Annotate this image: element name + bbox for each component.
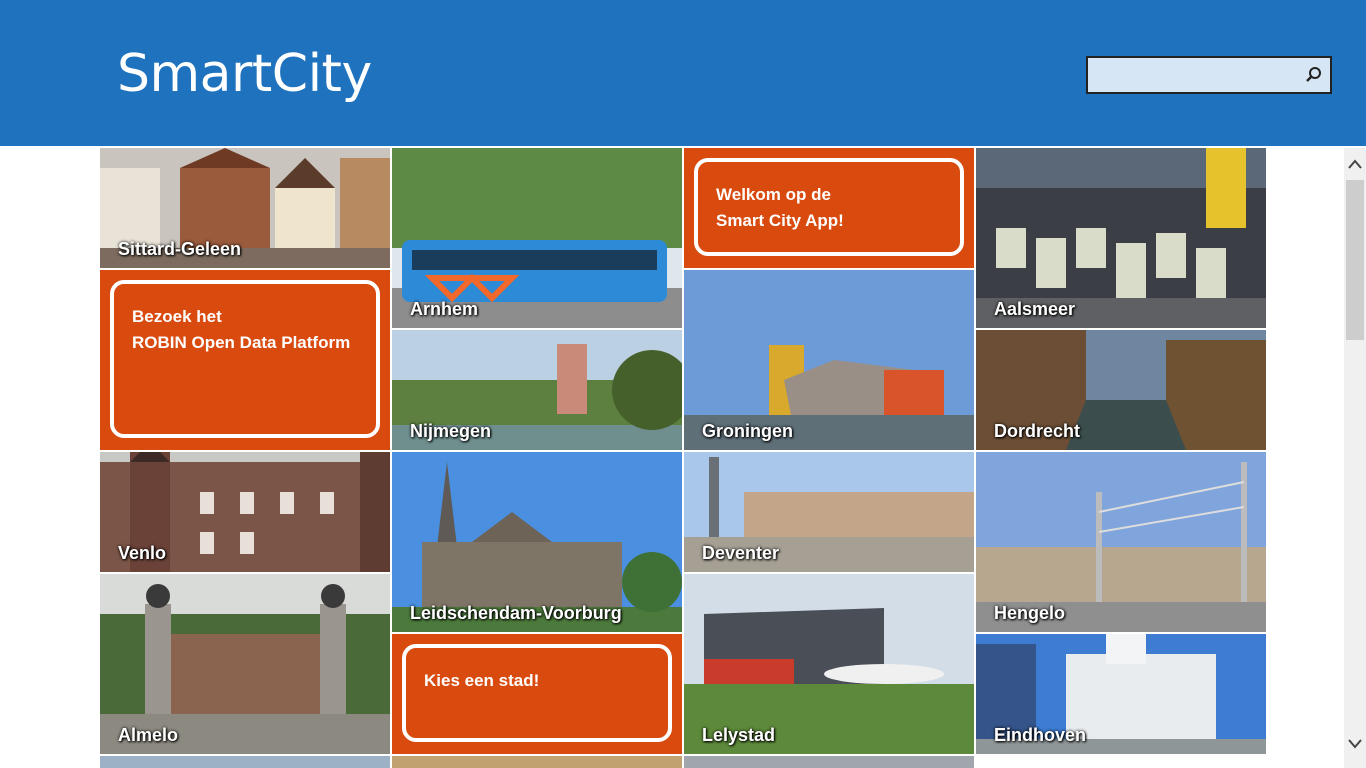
promo-text: ROBIN Open Data Platform: [132, 333, 351, 352]
promo-text: Welkom op de: [716, 185, 831, 204]
promo-frame: Welkom op de Smart City App!: [694, 158, 964, 256]
city-name: Eindhoven: [994, 725, 1087, 745]
promo-choose-city-tile[interactable]: Kies een stad!: [392, 634, 682, 754]
vertical-scrollbar[interactable]: [1344, 148, 1366, 768]
city-name: Hengelo: [994, 603, 1066, 623]
city-name: Aalsmeer: [994, 299, 1076, 319]
city-name: Venlo: [118, 543, 167, 563]
city-tile-partial[interactable]: [392, 756, 682, 768]
city-tile-eindhoven[interactable]: Eindhoven: [976, 634, 1266, 754]
city-tile-sittard-geleen[interactable]: Sittard-Geleen: [100, 148, 390, 268]
search-box[interactable]: [1086, 56, 1332, 94]
city-tile-hengelo[interactable]: Hengelo: [976, 452, 1266, 632]
city-tile-venlo[interactable]: Venlo: [100, 452, 390, 572]
search-input[interactable]: [1088, 58, 1288, 92]
city-name: Groningen: [702, 421, 793, 441]
promo-frame: Bezoek het ROBIN Open Data Platform: [110, 280, 380, 438]
chevron-up-icon[interactable]: [1344, 154, 1366, 176]
city-tile-arnhem[interactable]: Arnhem: [392, 148, 682, 328]
city-name: Nijmegen: [410, 421, 492, 441]
city-name: Dordrecht: [994, 421, 1081, 441]
city-tile-lelystad[interactable]: Lelystad: [684, 574, 974, 754]
city-tile-nijmegen[interactable]: Nijmegen: [392, 330, 682, 450]
city-tile-partial[interactable]: [100, 756, 390, 768]
city-tile-dordrecht[interactable]: Dordrecht: [976, 330, 1266, 450]
app-header: SmartCity: [0, 0, 1366, 146]
city-tile-leidschendam-voorburg[interactable]: Leidschendam-Voorburg: [392, 452, 682, 632]
promo-text: Bezoek het: [132, 307, 222, 326]
promo-welcome-tile[interactable]: Welkom op de Smart City App!: [684, 148, 974, 268]
city-tile-groningen[interactable]: Groningen: [684, 270, 974, 450]
city-tile-aalsmeer[interactable]: Aalsmeer: [976, 148, 1266, 328]
city-name: Almelo: [118, 725, 179, 745]
city-name: Sittard-Geleen: [118, 239, 242, 259]
city-name: Leidschendam-Voorburg: [410, 603, 622, 623]
city-name: Deventer: [702, 543, 780, 563]
search-icon[interactable]: [1304, 65, 1324, 85]
chevron-down-icon[interactable]: [1344, 734, 1366, 756]
city-grid: Sittard-Geleen Bezoek het ROBIN Open Dat…: [100, 148, 1266, 768]
city-tile-partial[interactable]: [684, 756, 974, 768]
app-title: SmartCity: [117, 44, 372, 104]
city-tile-almelo[interactable]: Almelo: [100, 574, 390, 754]
scroll-thumb[interactable]: [1346, 180, 1364, 340]
promo-robin-tile[interactable]: Bezoek het ROBIN Open Data Platform: [100, 270, 390, 450]
promo-text: Kies een stad!: [424, 671, 540, 690]
promo-frame: Kies een stad!: [402, 644, 672, 742]
city-name: Lelystad: [702, 725, 776, 745]
promo-text: Smart City App!: [716, 211, 844, 230]
city-tile-deventer[interactable]: Deventer: [684, 452, 974, 572]
city-name: Arnhem: [410, 299, 479, 319]
